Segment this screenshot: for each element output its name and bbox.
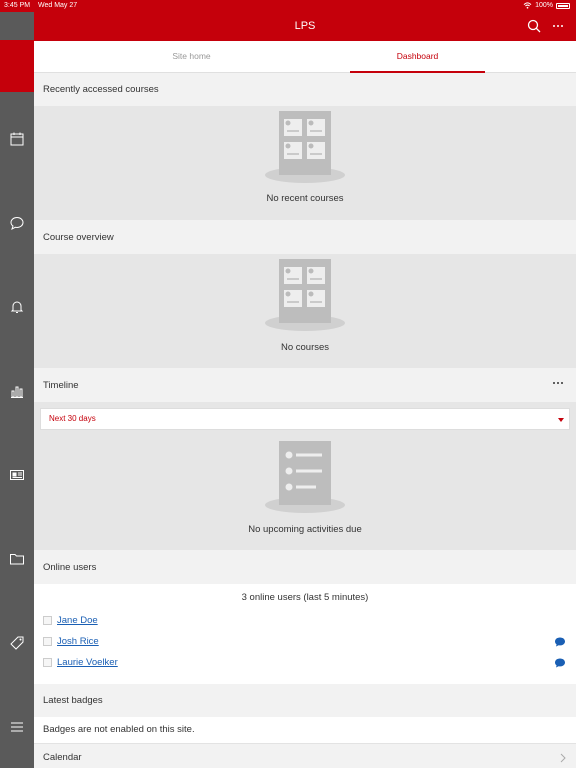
user-link-laurie-voelker[interactable]: Laurie Voelker xyxy=(57,657,118,668)
battery-icon xyxy=(556,2,570,9)
sidebar-item-more[interactable] xyxy=(0,712,34,742)
no-courses-text: No courses xyxy=(280,342,330,353)
user-link-josh-rice[interactable]: Josh Rice xyxy=(57,636,99,647)
search-icon xyxy=(527,19,541,33)
timeline-title: Timeline xyxy=(43,380,79,391)
avatar xyxy=(43,636,52,646)
sidebar xyxy=(0,12,34,768)
battery-percent: 100% xyxy=(535,2,553,9)
dashboard-content: Recently accessed courses No recent cour… xyxy=(34,73,576,768)
sidebar-item-news[interactable] xyxy=(0,460,34,490)
sidebar-item-calendar[interactable] xyxy=(0,124,34,154)
status-time: 3:45 PM xyxy=(4,2,31,9)
calendar-icon xyxy=(10,132,24,146)
news-icon xyxy=(10,470,24,480)
sidebar-item-tags[interactable] xyxy=(0,628,34,658)
more-horizontal-icon xyxy=(553,25,563,27)
sidebar-item-grades[interactable] xyxy=(0,376,34,406)
calendar-title: Calendar xyxy=(43,752,82,763)
online-users-panel: 3 online users (last 5 minutes) Jane Doe… xyxy=(34,584,576,684)
online-users-header: Online users xyxy=(34,551,576,584)
sidebar-item-notifications[interactable] xyxy=(0,292,34,322)
status-bar: 3:45 PM Wed May 27 100% xyxy=(0,0,576,12)
caret-down-icon xyxy=(558,418,564,422)
search-button[interactable] xyxy=(525,17,543,35)
home-icon xyxy=(11,60,23,72)
bell-icon xyxy=(10,301,24,313)
courses-placeholder-icon xyxy=(265,111,345,183)
course-overview-panel: No courses xyxy=(34,254,576,368)
recent-courses-panel: No recent courses xyxy=(34,106,576,220)
message-bubble-icon[interactable] xyxy=(554,636,566,648)
course-overview-header: Course overview xyxy=(34,221,576,254)
page-title: LPS xyxy=(294,20,316,32)
app-header: LPS xyxy=(34,12,576,41)
online-users-summary: 3 online users (last 5 minutes) xyxy=(241,592,369,603)
chat-icon xyxy=(10,216,24,231)
timeline-header: Timeline xyxy=(34,369,576,402)
courses-placeholder-icon xyxy=(265,259,345,331)
calendar-row[interactable]: Calendar xyxy=(34,743,576,768)
tab-site-home[interactable]: Site home xyxy=(124,41,259,73)
more-options-button[interactable] xyxy=(549,17,567,35)
sidebar-item-home[interactable] xyxy=(0,40,34,92)
avatar xyxy=(43,657,52,667)
menu-icon xyxy=(11,722,23,732)
no-recent-courses-text: No recent courses xyxy=(266,193,344,204)
timeline-filter-value: Next 30 days xyxy=(49,414,96,423)
avatar xyxy=(43,615,52,625)
sidebar-item-files[interactable] xyxy=(0,544,34,574)
tab-dashboard[interactable]: Dashboard xyxy=(350,41,485,73)
list-item: Jane Doe xyxy=(43,613,98,627)
tab-bar: Site home Dashboard xyxy=(34,41,576,73)
message-bubble-icon[interactable] xyxy=(554,657,566,669)
activities-placeholder-icon xyxy=(265,441,345,513)
no-activities-text: No upcoming activities due xyxy=(248,524,362,535)
timeline-more-button[interactable] xyxy=(553,382,563,384)
badges-disabled-text: Badges are not enabled on this site. xyxy=(43,724,195,735)
sidebar-item-messages[interactable] xyxy=(0,208,34,238)
list-item: Laurie Voelker xyxy=(43,655,118,669)
user-link-jane-doe[interactable]: Jane Doe xyxy=(57,615,98,626)
latest-badges-header: Latest badges xyxy=(34,684,576,717)
status-date: Wed May 27 xyxy=(38,2,78,9)
wifi-icon xyxy=(523,2,532,9)
chevron-right-icon xyxy=(560,753,566,763)
status-right: 100% xyxy=(523,2,570,9)
timeline-filter-select[interactable]: Next 30 days xyxy=(40,408,570,430)
list-item: Josh Rice xyxy=(43,634,99,648)
latest-badges-panel: Badges are not enabled on this site. xyxy=(34,717,576,743)
recent-courses-header: Recently accessed courses xyxy=(34,73,576,106)
tag-icon xyxy=(10,636,24,650)
chart-icon xyxy=(11,386,23,398)
folder-icon xyxy=(10,554,24,565)
